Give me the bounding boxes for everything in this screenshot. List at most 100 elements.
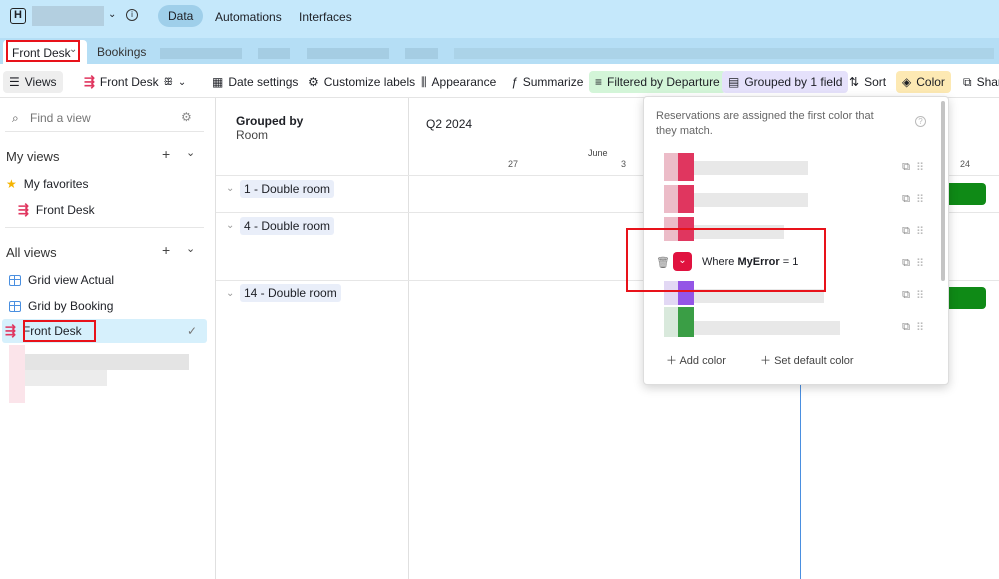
set-default-color-button[interactable]: ＋ Set default color <box>760 352 854 368</box>
tab-bookings[interactable]: Bookings <box>97 45 146 59</box>
nav-data[interactable]: Data <box>158 5 204 27</box>
add-color-button[interactable]: ＋ Add color <box>666 352 726 368</box>
duplicate-icon[interactable]: ⧉ <box>902 321 910 334</box>
chevron-down-icon[interactable]: ⌄ <box>186 146 195 159</box>
function-icon: ƒ <box>511 75 518 89</box>
add-icon[interactable]: + <box>162 242 170 258</box>
color-rule-redacted[interactable] <box>656 185 926 213</box>
gear-icon[interactable]: ⚙ <box>181 110 192 124</box>
calendar-icon: ▦ <box>212 75 224 89</box>
grouped-by-title: Grouped by <box>236 114 304 128</box>
table-tabs: Front Desk ⌄ Bookings <box>0 38 999 64</box>
color-rule-redacted[interactable] <box>656 307 926 337</box>
filter-icon: ≡ <box>595 75 603 89</box>
drag-handle-icon[interactable]: ⠿ <box>916 289 924 302</box>
set-default-label: Set default color <box>774 355 854 367</box>
drag-handle-icon[interactable]: ⠿ <box>916 321 924 334</box>
appearance-button[interactable]: ⫼ Appearance <box>415 71 502 93</box>
view-name: Front Desk <box>99 75 159 89</box>
timeline-period: Q2 2024 <box>426 117 473 131</box>
redacted-view[interactable] <box>25 354 189 370</box>
redacted-view[interactable] <box>25 370 107 386</box>
add-icon[interactable]: + <box>162 146 170 162</box>
find-view-input[interactable] <box>30 111 170 125</box>
base-name-redacted[interactable] <box>32 6 104 26</box>
view-grid-view-actual[interactable]: Grid view Actual <box>6 268 206 292</box>
timeline-icon: ⇶ <box>18 202 29 217</box>
duplicate-icon[interactable]: ⧉ <box>902 193 910 206</box>
help-icon[interactable]: ? <box>915 116 926 127</box>
menu-icon: ☰ <box>9 75 20 89</box>
search-icon: ⌕ <box>12 111 19 125</box>
tab-redacted[interactable] <box>405 48 438 59</box>
drag-handle-icon[interactable]: ⠿ <box>916 257 924 270</box>
group-label: 4 - Double room <box>240 217 335 235</box>
plus-icon: ＋ <box>666 355 677 367</box>
view-name-button[interactable]: ⇶ Front Desk ꕥ ⌄ <box>78 71 192 93</box>
my-favorites[interactable]: ★ My favorites <box>3 172 203 196</box>
redacted-view-icon <box>9 345 25 403</box>
color-rule-redacted[interactable] <box>656 153 926 181</box>
date-settings-button[interactable]: ▦ Date settings <box>206 71 304 93</box>
duplicate-icon[interactable]: ⧉ <box>902 289 910 302</box>
summarize-button[interactable]: ƒ Summarize <box>505 71 589 93</box>
filter-button[interactable]: ≡ Filtered by Departure <box>589 71 726 93</box>
chevron-down-icon[interactable]: ⌄ <box>226 288 234 299</box>
timeline-day: 27 <box>508 159 519 169</box>
views-sidebar: ⌕ ⚙ My views + ⌄ ★ My favorites ⇶ Front De… <box>0 98 216 579</box>
duplicate-icon[interactable]: ⧉ <box>902 161 910 174</box>
add-color-label: Add color <box>679 355 726 367</box>
tab-redacted[interactable] <box>258 48 290 59</box>
base-logo[interactable]: H <box>10 8 26 24</box>
views-button[interactable]: ☰ Views <box>3 71 63 93</box>
sort-button[interactable]: ⇅ Sort <box>843 71 892 93</box>
view-grid-by-booking[interactable]: Grid by Booking <box>6 294 206 318</box>
sort-icon: ⇅ <box>849 75 860 89</box>
duplicate-icon[interactable]: ⧉ <box>902 257 910 270</box>
star-icon: ★ <box>6 177 17 191</box>
timeline-icon: ⇶ <box>5 323 16 338</box>
sliders-icon: ⫼ <box>421 74 427 89</box>
my-views-heading[interactable]: My views <box>6 149 59 164</box>
tab-redacted[interactable] <box>160 48 242 59</box>
highlight-box <box>6 40 80 62</box>
drag-handle-icon[interactable]: ⠿ <box>916 225 924 238</box>
view-toolbar: ☰ Views ⇶ Front Desk ꕥ ⌄ ▦ Date settings ⚙ Cus… <box>0 64 999 98</box>
nav-automations[interactable]: Automations <box>215 10 282 24</box>
view-label: Grid by Booking <box>28 299 114 313</box>
tab-redacted[interactable] <box>307 48 389 59</box>
favorite-front-desk[interactable]: ⇶ Front Desk <box>15 198 215 222</box>
group-column: Grouped by Room <box>216 98 409 579</box>
highlight-box <box>626 228 826 292</box>
tab-redacted[interactable] <box>454 48 994 59</box>
popup-scrollbar[interactable] <box>941 101 945 281</box>
highlight-box <box>23 320 96 342</box>
chevron-down-icon: ⌄ <box>177 76 187 88</box>
customize-labels-button[interactable]: ⚙ Customize labels <box>302 71 421 93</box>
share-icon: ⧉ <box>963 74 972 89</box>
chevron-down-icon[interactable]: ⌄ <box>108 9 116 20</box>
view-label: Grid view Actual <box>28 273 115 287</box>
chevron-down-icon[interactable]: ⌄ <box>186 242 195 255</box>
info-icon[interactable]: i <box>126 9 138 21</box>
popup-description: Reservations are assigned the first colo… <box>656 110 874 137</box>
color-button[interactable]: ◈ Color <box>896 71 951 93</box>
view-label: Front Desk <box>35 203 95 217</box>
grid-icon <box>9 300 21 312</box>
check-icon: ✓ <box>186 324 197 338</box>
group-button[interactable]: ▤ Grouped by 1 field <box>722 71 849 93</box>
customize-labels-label: Customize labels <box>323 75 416 89</box>
divider <box>5 131 204 132</box>
drag-handle-icon[interactable]: ⠿ <box>916 161 924 174</box>
nav-interfaces[interactable]: Interfaces <box>299 10 352 24</box>
all-views-heading[interactable]: All views <box>6 245 57 260</box>
summarize-label: Summarize <box>522 75 584 89</box>
chevron-down-icon[interactable]: ⌄ <box>226 220 234 231</box>
gear-icon: ⚙ <box>308 75 319 89</box>
duplicate-icon[interactable]: ⧉ <box>902 225 910 238</box>
share-label: Share <box>976 75 999 89</box>
chevron-down-icon[interactable]: ⌄ <box>226 183 234 194</box>
share-button[interactable]: ⧉ Share <box>957 71 999 93</box>
timeline-day: 24 <box>960 159 971 169</box>
drag-handle-icon[interactable]: ⠿ <box>916 193 924 206</box>
